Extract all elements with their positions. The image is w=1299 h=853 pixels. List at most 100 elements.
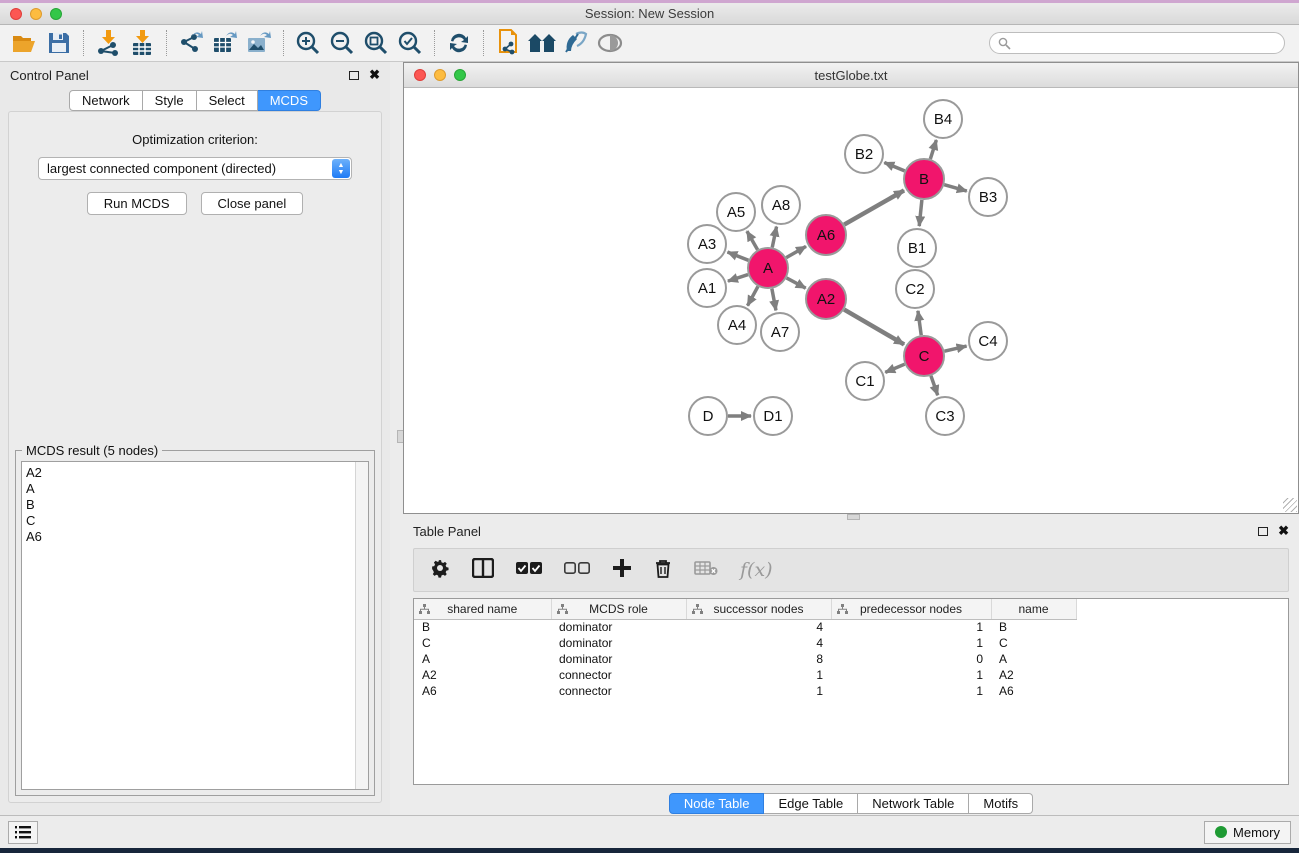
zoom-selected-icon[interactable] [393, 28, 427, 58]
search-box[interactable] [989, 32, 1285, 54]
table-cell[interactable]: dominator [551, 635, 686, 651]
tab-motifs[interactable]: Motifs [969, 793, 1033, 814]
table-cell[interactable]: 1 [686, 683, 831, 699]
graph-edge-A-A5[interactable] [747, 231, 758, 250]
graph-edge-B-B1[interactable] [919, 200, 922, 226]
graph-edge-C-C2[interactable] [918, 311, 921, 335]
table-cell[interactable]: 4 [686, 619, 831, 635]
table-cell[interactable]: A6 [991, 683, 1076, 699]
graph-node-A2[interactable]: A2 [806, 279, 846, 319]
table-cell[interactable]: A [414, 651, 551, 667]
import-network-icon[interactable] [91, 28, 125, 58]
graph-node-A4[interactable]: A4 [718, 306, 756, 344]
new-network-document-icon[interactable] [491, 28, 525, 58]
graph-node-C3[interactable]: C3 [926, 397, 964, 435]
column-header[interactable]: shared name [414, 599, 551, 619]
close-panel-button[interactable]: Close panel [201, 192, 304, 215]
table-cell[interactable]: 1 [831, 667, 991, 683]
graph-node-B1[interactable]: B1 [898, 229, 936, 267]
network-graph[interactable]: B4B2BB3A8A5A6A3B1AA1C2A2A4A7C4CC1C3DD1 [404, 88, 1298, 512]
graph-edge-C-C1[interactable] [885, 364, 904, 372]
graph-edge-C-C4[interactable] [944, 346, 966, 351]
home-icon[interactable] [525, 28, 559, 58]
table-cell[interactable]: C [991, 635, 1076, 651]
graph-node-B[interactable]: B [904, 159, 944, 199]
graph-node-B2[interactable]: B2 [845, 135, 883, 173]
show-panels-button[interactable] [8, 821, 38, 844]
table-settings-icon[interactable] [430, 558, 450, 583]
import-table-icon[interactable] [125, 28, 159, 58]
export-network-icon[interactable] [174, 28, 208, 58]
result-list-item[interactable]: C [26, 513, 355, 529]
export-table-icon[interactable] [208, 28, 242, 58]
table-row[interactable]: Adominator80A [414, 651, 1286, 667]
graph-edge-A-A2[interactable] [787, 278, 806, 288]
graph-node-C2[interactable]: C2 [896, 270, 934, 308]
graphics-details-icon[interactable] [559, 28, 593, 58]
graph-node-A6[interactable]: A6 [806, 215, 846, 255]
export-image-icon[interactable] [242, 28, 276, 58]
table-row[interactable]: Bdominator41B [414, 619, 1286, 635]
table-row[interactable]: A6connector11A6 [414, 683, 1286, 699]
node-table[interactable]: shared nameMCDS rolesuccessor nodesprede… [413, 598, 1289, 785]
tab-network-table[interactable]: Network Table [858, 793, 969, 814]
graph-node-C4[interactable]: C4 [969, 322, 1007, 360]
memory-button[interactable]: Memory [1204, 821, 1291, 844]
zoom-out-icon[interactable] [325, 28, 359, 58]
graph-node-A1[interactable]: A1 [688, 269, 726, 307]
table-cell[interactable]: 1 [686, 667, 831, 683]
tab-network[interactable]: Network [69, 90, 143, 111]
split-pane-grip[interactable] [847, 514, 860, 520]
column-header[interactable]: successor nodes [686, 599, 831, 619]
graph-node-A3[interactable]: A3 [688, 225, 726, 263]
graph-node-A5[interactable]: A5 [717, 193, 755, 231]
table-row[interactable]: A2connector11A2 [414, 667, 1286, 683]
result-list-item[interactable]: B [26, 497, 355, 513]
deselect-all-icon[interactable] [564, 561, 590, 580]
graph-edge-A-A7[interactable] [772, 289, 776, 311]
graph-edge-A-A3[interactable] [727, 252, 748, 260]
table-cell[interactable]: 1 [831, 619, 991, 635]
search-input[interactable] [1011, 36, 1276, 50]
graph-node-A8[interactable]: A8 [762, 186, 800, 224]
float-panel-icon[interactable] [349, 71, 359, 80]
window-resize-grip[interactable] [1283, 498, 1297, 512]
graph-node-A7[interactable]: A7 [761, 313, 799, 351]
table-cell[interactable]: B [991, 619, 1076, 635]
graph-node-B3[interactable]: B3 [969, 178, 1007, 216]
table-cell[interactable]: connector [551, 667, 686, 683]
save-session-icon[interactable] [42, 28, 76, 58]
column-header[interactable]: name [991, 599, 1076, 619]
float-table-panel-icon[interactable] [1258, 527, 1268, 536]
mcds-result-list[interactable]: A2ABCA6 [21, 461, 369, 790]
column-header[interactable]: predecessor nodes [831, 599, 991, 619]
column-header[interactable]: MCDS role [551, 599, 686, 619]
add-column-icon[interactable] [612, 558, 632, 583]
table-cell[interactable]: A2 [991, 667, 1076, 683]
run-mcds-button[interactable]: Run MCDS [87, 192, 187, 215]
network-canvas[interactable]: B4B2BB3A8A5A6A3B1AA1C2A2A4A7C4CC1C3DD1 [404, 88, 1298, 513]
graph-edge-A-A6[interactable] [786, 246, 806, 257]
table-cell[interactable]: 4 [686, 635, 831, 651]
show-columns-icon[interactable] [472, 558, 494, 583]
table-cell[interactable]: 0 [831, 651, 991, 667]
graph-node-B4[interactable]: B4 [924, 100, 962, 138]
result-list-item[interactable]: A2 [26, 465, 355, 481]
criterion-select[interactable]: largest connected component (directed) ▲… [38, 157, 352, 180]
close-panel-icon[interactable]: ✖ [369, 70, 380, 80]
table-cell[interactable]: A6 [414, 683, 551, 699]
zoom-in-icon[interactable] [291, 28, 325, 58]
table-cell[interactable]: A2 [414, 667, 551, 683]
table-cell[interactable]: dominator [551, 651, 686, 667]
graph-edge-A-A1[interactable] [728, 275, 748, 282]
graph-edge-A6-B[interactable] [844, 190, 904, 224]
tab-select[interactable]: Select [197, 90, 258, 111]
graph-edge-B-B2[interactable] [884, 162, 904, 170]
graph-node-D[interactable]: D [689, 397, 727, 435]
result-list-item[interactable]: A6 [26, 529, 355, 545]
refresh-icon[interactable] [442, 28, 476, 58]
table-cell[interactable]: 1 [831, 683, 991, 699]
select-all-icon[interactable] [516, 561, 542, 580]
tab-mcds[interactable]: MCDS [258, 90, 321, 111]
table-cell[interactable]: connector [551, 683, 686, 699]
